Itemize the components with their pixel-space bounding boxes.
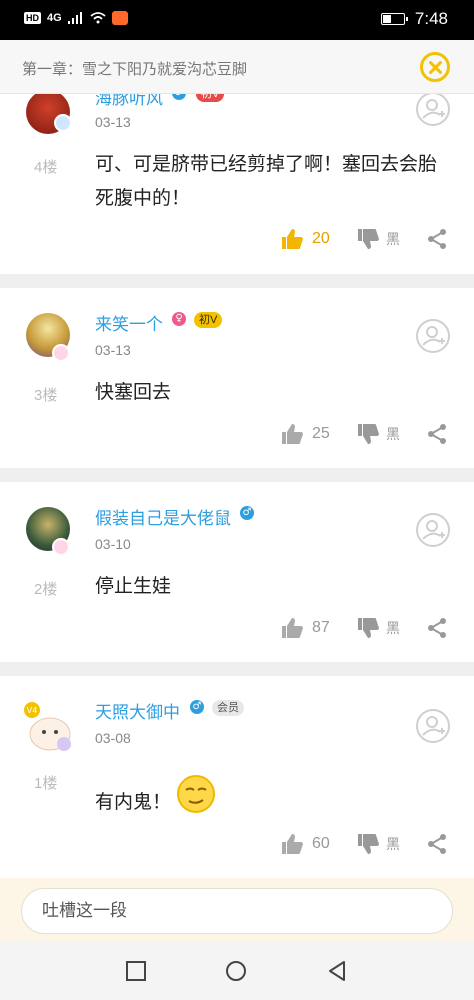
chapter-title: 第一章：雪之下阳乃就爱沟芯豆脚 — [22, 61, 248, 78]
like-count: 20 — [312, 230, 330, 247]
system-nav-bar — [0, 942, 474, 1000]
floor-number: 1楼 — [34, 775, 58, 792]
like-count: 60 — [312, 835, 330, 852]
like-count: 25 — [312, 425, 330, 442]
comment-date: 03-13 — [95, 114, 131, 130]
close-icon[interactable] — [420, 52, 450, 82]
divider — [0, 274, 474, 288]
thumbs-up-icon[interactable] — [280, 616, 304, 640]
svg-text:V4: V4 — [27, 706, 38, 715]
male-icon: ♂ — [240, 506, 254, 520]
avatar-badge-icon — [54, 114, 72, 132]
avatar-badge-icon — [52, 344, 70, 362]
recent-apps-icon[interactable] — [125, 960, 147, 982]
thumbs-up-icon[interactable] — [280, 832, 304, 856]
follow-user-icon[interactable] — [416, 319, 450, 353]
follow-user-icon[interactable] — [416, 513, 450, 547]
comment-content: 可、可是脐带已经剪掉了啊！塞回去会胎 死腹中的！ — [95, 154, 438, 209]
app-notification-icon — [111, 11, 128, 25]
avatar-badge-icon — [52, 538, 70, 556]
male-icon: ♂ — [190, 700, 204, 714]
share-icon[interactable] — [426, 617, 448, 639]
chapter-header: 第一章：雪之下阳乃就爱沟芯豆脚 — [0, 40, 474, 94]
battery-icon — [380, 13, 408, 25]
female-icon: ♀ — [172, 312, 186, 326]
follow-user-icon[interactable] — [416, 92, 450, 126]
share-icon[interactable] — [426, 228, 448, 250]
divider — [0, 468, 474, 482]
smirk-emoji-icon — [176, 774, 216, 818]
divider — [0, 662, 474, 676]
comment-item: 来笑一个 ♀ 初V 03-13 3楼 快塞回去 25 黑 — [0, 288, 474, 468]
comment-input-bar: 吐槽这一段 — [0, 878, 474, 942]
comment-item: V4 天照大御中 ♂ 会员 03-08 1楼 有内鬼！ 60 黑 — [0, 676, 474, 878]
username[interactable]: 来笑一个 — [95, 310, 163, 335]
wifi-icon — [90, 12, 106, 24]
comment-content: 有内鬼！ — [95, 792, 172, 813]
hd-indicator: HD — [24, 12, 41, 24]
comment-content: 快塞回去 — [95, 382, 172, 403]
user-tag: 初V — [194, 312, 223, 328]
user-tag: 会员 — [212, 700, 244, 716]
share-icon[interactable] — [426, 423, 448, 445]
username[interactable]: 天照大御中 — [95, 698, 180, 723]
username[interactable]: 假装自己是大佬鼠 — [95, 504, 231, 529]
dislike-label: 黑 — [386, 836, 400, 852]
network-type: 4G — [47, 12, 62, 24]
like-count: 87 — [312, 619, 330, 636]
share-icon[interactable] — [426, 833, 448, 855]
comment-input[interactable]: 吐槽这一段 — [21, 888, 453, 934]
comment-item: 海豚听风 ♂ 初V 03-13 4楼 可、可是脐带已经剪掉了啊！塞回去会胎 死腹… — [0, 86, 474, 274]
dislike-label: 黑 — [386, 231, 400, 247]
avatar[interactable]: V4 — [20, 700, 74, 754]
follow-user-icon[interactable] — [416, 709, 450, 743]
floor-number: 2楼 — [34, 581, 58, 598]
back-icon[interactable] — [326, 960, 348, 982]
comment-date: 03-13 — [95, 342, 131, 358]
floor-number: 3楼 — [34, 387, 58, 404]
comment-content: 停止生娃 — [95, 576, 172, 597]
home-icon[interactable] — [225, 960, 247, 982]
dislike-label: 黑 — [386, 620, 400, 636]
thumbs-up-icon[interactable] — [280, 422, 304, 446]
signal-icon — [67, 12, 82, 24]
status-bar: HD 4G 7:48 — [0, 0, 474, 40]
floor-number: 4楼 — [34, 159, 58, 176]
status-time: 7:48 — [414, 9, 448, 28]
comment-item: 假装自己是大佬鼠 ♂ 03-10 2楼 停止生娃 87 黑 — [0, 482, 474, 662]
comment-date: 03-10 — [95, 536, 131, 552]
comment-date: 03-08 — [95, 730, 131, 746]
thumbs-up-icon[interactable] — [280, 227, 304, 251]
thumbs-down-icon[interactable] — [356, 227, 380, 251]
thumbs-down-icon[interactable] — [356, 422, 380, 446]
dislike-label: 黑 — [386, 426, 400, 442]
thumbs-down-icon[interactable] — [356, 616, 380, 640]
thumbs-down-icon[interactable] — [356, 832, 380, 856]
